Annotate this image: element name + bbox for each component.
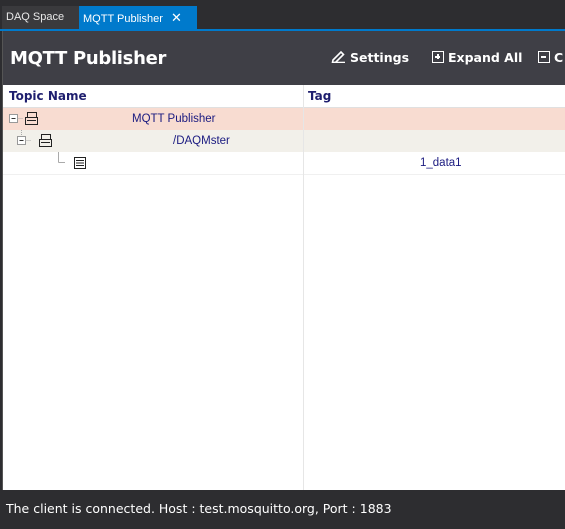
tab-label: MQTT Publisher (83, 13, 163, 25)
collapse-icon (538, 51, 550, 63)
topic-name-cell: MQTT Publisher (132, 113, 216, 125)
settings-label: Settings (350, 49, 410, 65)
edit-icon (331, 49, 346, 66)
table-row[interactable]: 1_data1 (3, 152, 565, 175)
table-row[interactable]: MQTT Publisher (3, 108, 565, 130)
table-row[interactable]: /DAQMster (3, 130, 565, 152)
tab-strip: DAQ Space MQTT Publisher ✕ (0, 0, 565, 31)
tree-node-icon (25, 112, 38, 125)
expand-icon (432, 51, 444, 63)
column-header-tag[interactable]: Tag (308, 85, 332, 107)
expand-all-button[interactable]: Expand All (432, 47, 522, 67)
mqtt-publisher-panel: MQTT Publisher Settings Expand All C Top… (2, 31, 565, 490)
app-window: DAQ Space MQTT Publisher ✕ MQTT Publishe… (0, 0, 565, 529)
tree-connector-icon (58, 152, 65, 163)
status-bar: The client is connected. Host : test.mos… (0, 490, 565, 529)
column-header-topic-name[interactable]: Topic Name (9, 85, 87, 107)
collapse-label: C (554, 49, 564, 65)
close-icon[interactable]: ✕ (171, 6, 182, 29)
collapse-all-button[interactable]: C (538, 47, 563, 67)
panel-header: MQTT Publisher Settings Expand All C (3, 31, 565, 85)
expand-all-label: Expand All (448, 49, 523, 65)
topic-name-cell: /DAQMster (173, 135, 230, 147)
tree-leaf-icon (74, 157, 86, 169)
tab-mqtt-publisher[interactable]: MQTT Publisher ✕ (79, 6, 197, 29)
column-divider[interactable] (303, 85, 304, 490)
topic-tree-grid: Topic Name Tag MQTT Publisher /DAQMster … (3, 85, 565, 490)
tab-daq-space[interactable]: DAQ Space (2, 6, 79, 29)
page-title: MQTT Publisher (10, 48, 167, 69)
tab-label: DAQ Space (6, 11, 65, 23)
connection-status-text: The client is connected. Host : test.mos… (6, 501, 392, 516)
settings-button[interactable]: Settings (331, 47, 409, 67)
tree-node-icon (39, 134, 52, 147)
tag-cell: 1_data1 (420, 157, 462, 169)
